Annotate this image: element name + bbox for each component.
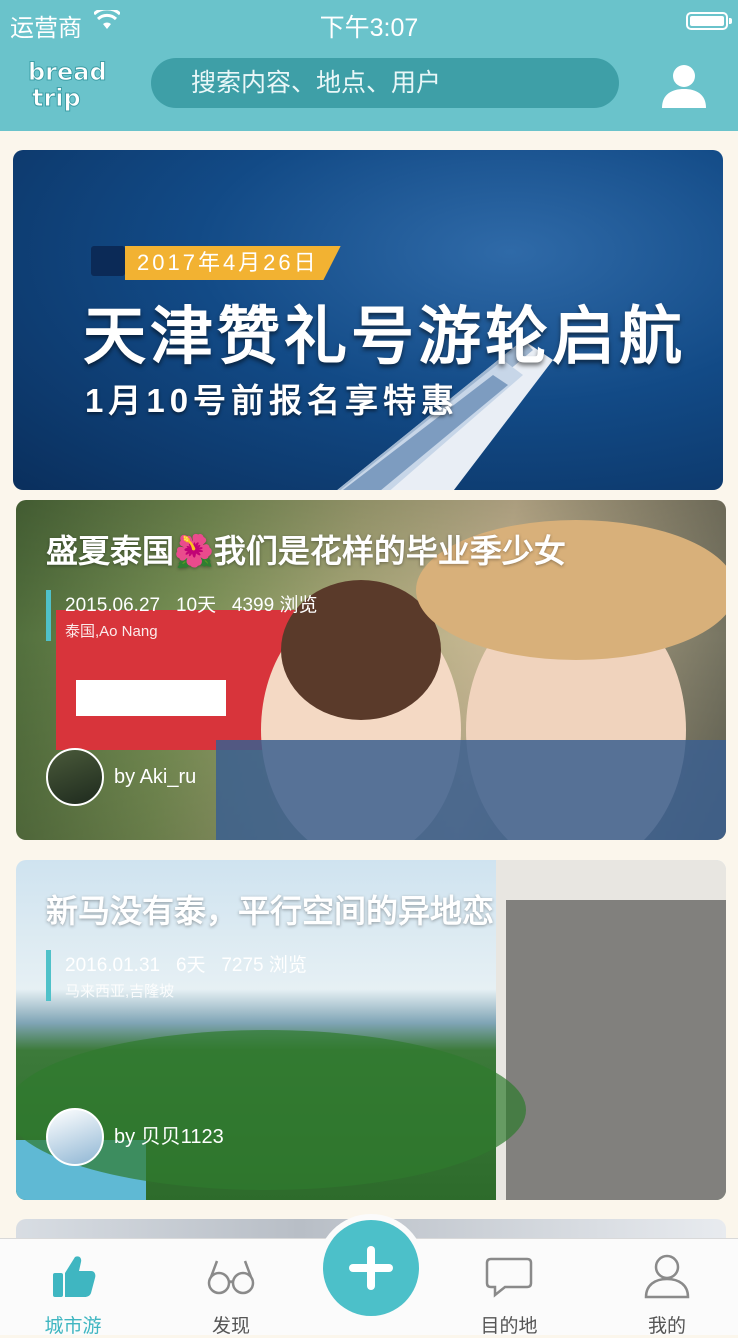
trip-meta: 2015.06.27 10天 4399 浏览 泰国,Ao Nang xyxy=(46,590,317,641)
user-icon[interactable] xyxy=(660,64,708,108)
avatar xyxy=(46,748,104,806)
trip-title: 新马没有泰，平行空间的异地恋 xyxy=(46,893,495,929)
clock: 下午3:07 xyxy=(319,14,419,42)
logo-text-bottom: trip xyxy=(32,84,81,112)
trip-days: 6天 xyxy=(175,955,206,976)
search-placeholder: 搜索内容、地点、用户 xyxy=(191,69,442,97)
trip-stats: 2016.01.31 6天 7275 浏览 xyxy=(65,950,307,977)
tab-destination[interactable]: 目的地 xyxy=(449,1239,569,1337)
tab-city-tour[interactable]: 城市游 xyxy=(13,1239,133,1337)
trip-card[interactable]: 盛夏泰国🌺我们是花样的毕业季少女 2015.06.27 10天 4399 浏览 … xyxy=(16,500,726,840)
trip-meta: 2016.01.31 6天 7275 浏览 马来西亚,吉隆坡 xyxy=(46,950,307,1001)
tab-mine[interactable]: 我的 xyxy=(607,1239,727,1337)
trip-location: 马来西亚,吉隆坡 xyxy=(65,983,175,1000)
thumbs-up-icon xyxy=(53,1256,96,1297)
trip-days: 10天 xyxy=(175,595,217,616)
trip-location: 泰国,Ao Nang xyxy=(65,623,158,640)
trip-views: 7275 浏览 xyxy=(221,955,307,976)
cruise-brand-logo xyxy=(91,246,125,276)
trip-date: 2015.06.27 xyxy=(65,595,161,616)
breadtrip-logo[interactable]: bread trip xyxy=(26,56,108,118)
battery-icon xyxy=(686,12,732,30)
glasses-icon xyxy=(207,1260,255,1295)
banner-subline: 1月10号前报名享特惠 xyxy=(85,382,460,419)
author-name: by 贝贝1123 xyxy=(114,1126,224,1148)
search-input[interactable]: 搜索内容、地点、用户 xyxy=(151,58,619,108)
banner-date: 2017年4月26日 xyxy=(125,246,341,280)
app-header: bread trip 搜索内容、地点、用户 xyxy=(0,44,738,131)
trip-views: 4399 浏览 xyxy=(231,595,318,616)
trip-author[interactable]: by 贝贝1123 xyxy=(46,1108,224,1168)
logo-text-top: bread xyxy=(28,58,107,86)
trip-author[interactable]: by Aki_ru xyxy=(46,748,196,808)
trip-title: 盛夏泰国🌺我们是花样的毕业季少女 xyxy=(46,533,566,569)
banner-headline: 天津赞礼号游轮启航 xyxy=(83,302,686,372)
person-icon xyxy=(644,1254,690,1299)
promo-banner[interactable]: 2017年4月26日 天津赞礼号游轮启航 1月10号前报名享特惠 xyxy=(13,150,723,490)
plus-icon xyxy=(349,1246,393,1290)
avatar xyxy=(46,1108,104,1166)
trip-card[interactable]: 新马没有泰，平行空间的异地恋 2016.01.31 6天 7275 浏览 马来西… xyxy=(16,860,726,1200)
author-name: by Aki_ru xyxy=(114,766,197,788)
tab-discover[interactable]: 发现 xyxy=(171,1239,291,1337)
trip-stats: 2015.06.27 10天 4399 浏览 xyxy=(65,590,317,617)
status-bar: 运营商 下午3:07 xyxy=(0,0,738,44)
chat-bubble-icon xyxy=(485,1257,533,1298)
add-trip-button[interactable] xyxy=(323,1220,419,1316)
trip-date: 2016.01.31 xyxy=(65,955,161,976)
